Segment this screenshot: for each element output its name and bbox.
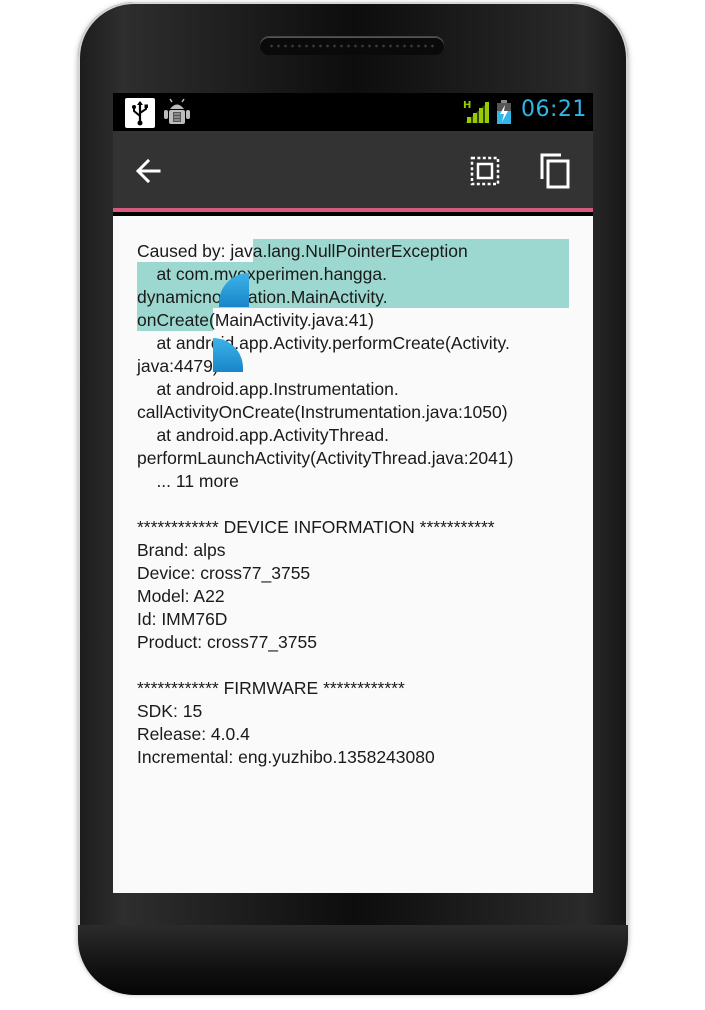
log-line: Id: IMM76D — [137, 609, 228, 629]
log-line: ************ DEVICE INFORMATION ********… — [137, 517, 495, 537]
log-line: dynamicnotification.MainActivity. — [137, 287, 388, 307]
log-line: Model: A22 — [137, 586, 225, 606]
select-all-button[interactable] — [467, 153, 503, 189]
log-line: Product: cross77_3755 — [137, 632, 317, 652]
copy-icon — [540, 153, 570, 189]
back-button[interactable] — [131, 153, 167, 189]
log-line: Device: cross77_3755 — [137, 563, 311, 583]
log-line: at android.app.Instrumentation. — [137, 379, 399, 399]
log-line: ************ FIRMWARE ************ — [137, 678, 405, 698]
debug-icon — [163, 98, 191, 128]
log-line: SDK: 15 — [137, 701, 203, 721]
action-bar — [113, 131, 593, 212]
signal-type-label: H — [463, 100, 471, 111]
log-line: Brand: alps — [137, 540, 226, 560]
log-line: Caused by: java.lang.NullPointerExceptio… — [137, 241, 468, 261]
battery-charging-icon — [497, 100, 511, 124]
select-all-icon — [470, 156, 500, 186]
arrow-left-icon — [135, 158, 161, 184]
log-line: ... 11 more — [137, 471, 239, 491]
crash-log-text[interactable]: Caused by: java.lang.NullPointerExceptio… — [137, 240, 573, 769]
crash-log-view[interactable]: Caused by: java.lang.NullPointerExceptio… — [113, 216, 593, 893]
log-line: performLaunchActivity(ActivityThread.jav… — [137, 448, 514, 468]
log-line: at android.app.ActivityThread. — [137, 425, 389, 445]
signal-h-icon: H — [463, 99, 489, 125]
screen: H 06:21 Caused by: java.lang.NullPointer… — [113, 93, 593, 893]
log-line: Incremental: eng.yuzhibo.1358243080 — [137, 747, 435, 767]
usb-icon — [125, 98, 155, 128]
status-clock: 06:21 — [521, 97, 587, 122]
copy-button[interactable] — [537, 151, 573, 191]
log-line: onCreate(MainActivity.java:41) — [137, 310, 374, 330]
log-line: at android.app.Activity.performCreate(Ac… — [137, 333, 510, 353]
log-line: Release: 4.0.4 — [137, 724, 250, 744]
log-line: java:4479) — [137, 356, 219, 376]
status-bar: H 06:21 — [113, 93, 593, 131]
log-line: at com.myexperimen.hangga. — [137, 264, 387, 284]
phone-speaker — [260, 37, 444, 55]
phone-chin — [78, 925, 628, 995]
log-line: callActivityOnCreate(Instrumentation.jav… — [137, 402, 508, 422]
